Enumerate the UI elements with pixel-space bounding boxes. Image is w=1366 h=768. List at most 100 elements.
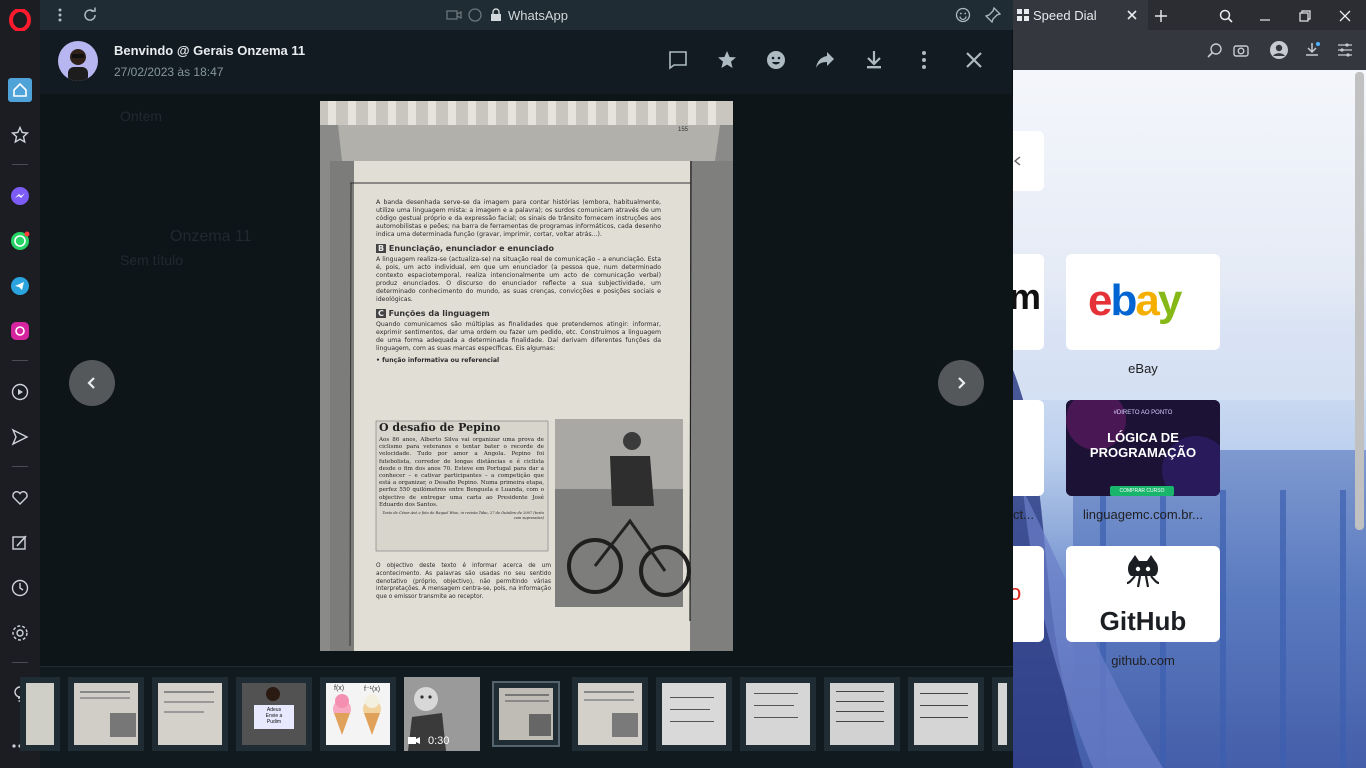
section-c-letter: C bbox=[376, 309, 386, 318]
go-to-message-icon[interactable] bbox=[666, 48, 690, 72]
panel-url-title: WhatsApp bbox=[508, 8, 568, 23]
box-credit: Texto de César Avó e foto de Raquel Wise… bbox=[382, 511, 544, 520]
photo-sign: Adeus Envie a Pudim bbox=[254, 705, 294, 729]
previous-button[interactable] bbox=[69, 360, 115, 406]
react-emoji-icon[interactable] bbox=[764, 48, 788, 72]
partial-tile-label: ct... bbox=[1013, 507, 1034, 522]
close-window-icon[interactable] bbox=[1335, 6, 1355, 26]
home-icon[interactable] bbox=[8, 78, 32, 102]
panel-menu-icon[interactable] bbox=[48, 3, 72, 27]
forward-icon[interactable] bbox=[813, 48, 837, 72]
star-message-icon[interactable] bbox=[715, 48, 739, 72]
edit-icon[interactable] bbox=[8, 531, 32, 555]
section-b-letter: B bbox=[376, 244, 387, 253]
thumbnail[interactable] bbox=[824, 677, 900, 751]
speed-dial-tile-github[interactable]: GitHub bbox=[1066, 546, 1220, 642]
speed-dial-tile-partial[interactable] bbox=[1013, 400, 1044, 496]
zoom-icon[interactable] bbox=[1204, 39, 1226, 61]
section-c-heading: C Funções da linguagem bbox=[376, 309, 661, 318]
heart-icon[interactable] bbox=[8, 486, 32, 510]
chevron-left-icon bbox=[87, 377, 95, 389]
new-tab-icon[interactable] bbox=[1151, 6, 1171, 26]
player-icon[interactable] bbox=[8, 380, 32, 404]
sidebar-divider bbox=[12, 164, 28, 165]
thumbnail[interactable] bbox=[992, 677, 1013, 751]
next-button[interactable] bbox=[938, 360, 984, 406]
sidebar-divider bbox=[12, 360, 28, 361]
opera-logo-icon[interactable] bbox=[8, 8, 32, 32]
thumbnail[interactable] bbox=[740, 677, 816, 751]
speed-dial-tile-partial[interactable]: o bbox=[1013, 546, 1044, 642]
panel-topbar: WhatsApp bbox=[40, 0, 1013, 30]
thumbnail[interactable] bbox=[68, 677, 144, 751]
search-tabs-icon[interactable] bbox=[1216, 6, 1236, 26]
history-icon[interactable] bbox=[8, 576, 32, 600]
speed-dial-tile-linguagemc[interactable]: #DIRETO AO PONTO LÓGICA DE PROGRAMAÇÃO C… bbox=[1066, 400, 1220, 496]
download-icon[interactable] bbox=[862, 48, 886, 72]
whatsapp-icon[interactable] bbox=[8, 229, 32, 253]
ebay-logo: ebay bbox=[1088, 276, 1182, 325]
chevron-right-icon bbox=[958, 377, 966, 389]
sidebar-divider bbox=[12, 662, 28, 663]
thumbnail[interactable]: f(x) f⁻¹(x) bbox=[320, 677, 396, 751]
page-intro: A banda desenhada serve-se da imagem par… bbox=[376, 199, 661, 238]
thumbnail[interactable] bbox=[572, 677, 648, 751]
downloads-icon[interactable] bbox=[1301, 39, 1323, 61]
screen: WhatsApp Benvindo @ Gerais Onzema 11 27/… bbox=[0, 0, 1366, 768]
video-duration: 0:30 bbox=[428, 735, 450, 747]
avatar[interactable] bbox=[58, 41, 98, 81]
close-icon[interactable] bbox=[962, 48, 986, 72]
pin-icon[interactable] bbox=[981, 3, 1005, 27]
video-camera-icon bbox=[408, 737, 420, 744]
browser-speed-dial-area: Speed Dial m ct... o ebay eBay #DIRETO A… bbox=[1013, 0, 1366, 768]
github-octocat-icon bbox=[1126, 555, 1160, 588]
speed-dial-tile-ebay[interactable]: ebay bbox=[1066, 254, 1220, 350]
tile-logo-subtitle: #DIRETO AO PONTO bbox=[1113, 410, 1173, 416]
snapshot-icon[interactable] bbox=[1230, 39, 1252, 61]
telegram-icon[interactable] bbox=[8, 274, 32, 298]
thumbnail-video[interactable]: 0:30 bbox=[404, 677, 480, 751]
speed-dial-tile-partial[interactable]: m bbox=[1013, 254, 1044, 350]
thumbnail[interactable] bbox=[20, 677, 60, 751]
lock-icon bbox=[484, 3, 508, 27]
sidebar-divider bbox=[12, 466, 28, 467]
settings-icon[interactable] bbox=[8, 621, 32, 645]
thumbnail[interactable] bbox=[908, 677, 984, 751]
section-b-heading: B Enunciação, enunciador e enunciado bbox=[376, 244, 661, 253]
background-ghost-text: Ontem bbox=[120, 108, 163, 124]
box-text: Aos 86 anos, Alberto Silva vai organizar… bbox=[379, 437, 544, 508]
instagram-icon[interactable] bbox=[8, 319, 32, 343]
profile-icon[interactable] bbox=[1268, 39, 1290, 61]
section-c-text: Quando comunicamos são múltiplas as fina… bbox=[376, 321, 661, 352]
thumbnail-selected[interactable] bbox=[492, 681, 560, 747]
easy-setup-icon[interactable] bbox=[1334, 39, 1356, 61]
more-options-icon[interactable] bbox=[912, 48, 936, 72]
restore-icon[interactable] bbox=[1295, 6, 1315, 26]
tile-label-linguagemc: linguagemc.com.br... bbox=[1083, 507, 1203, 522]
section-b-title: Enunciação, enunciador e enunciado bbox=[388, 244, 554, 253]
bullet-item: • função informativa ou referencial bbox=[376, 357, 500, 364]
tab-title: Speed Dial bbox=[1033, 8, 1097, 23]
thumbnail[interactable] bbox=[656, 677, 732, 751]
send-icon[interactable] bbox=[8, 425, 32, 449]
news-box: O desafio de Pepino Aos 86 anos, Alberto… bbox=[379, 421, 544, 520]
emoji-icon[interactable] bbox=[951, 3, 975, 27]
thumbnail[interactable] bbox=[152, 677, 228, 751]
sign-line: Pudim bbox=[266, 719, 282, 725]
scrollbar[interactable] bbox=[1355, 72, 1364, 530]
address-toolbar bbox=[1013, 30, 1366, 70]
partial-tile-letter: m bbox=[1013, 276, 1042, 317]
speed-dial-tile-partial[interactable] bbox=[1013, 131, 1044, 191]
minimize-icon[interactable] bbox=[1255, 6, 1275, 26]
thumbnail[interactable]: Adeus Envie a Pudim bbox=[236, 677, 312, 751]
star-icon[interactable] bbox=[8, 123, 32, 147]
tile-label-ebay: eBay bbox=[1128, 361, 1158, 376]
reload-icon[interactable] bbox=[78, 3, 102, 27]
tile-logo-title: LÓGICA DE PROGRAMAÇÃO bbox=[1089, 430, 1197, 460]
section-c-title: Funções da linguagem bbox=[388, 309, 490, 318]
opera-sidebar bbox=[0, 0, 40, 768]
media-viewer-header: Benvindo @ Gerais Onzema 11 27/02/2023 à… bbox=[40, 30, 1013, 94]
messenger-icon[interactable] bbox=[8, 184, 32, 208]
close-tab-icon[interactable] bbox=[1122, 5, 1142, 25]
tab-speed-dial[interactable]: Speed Dial bbox=[1013, 0, 1148, 30]
